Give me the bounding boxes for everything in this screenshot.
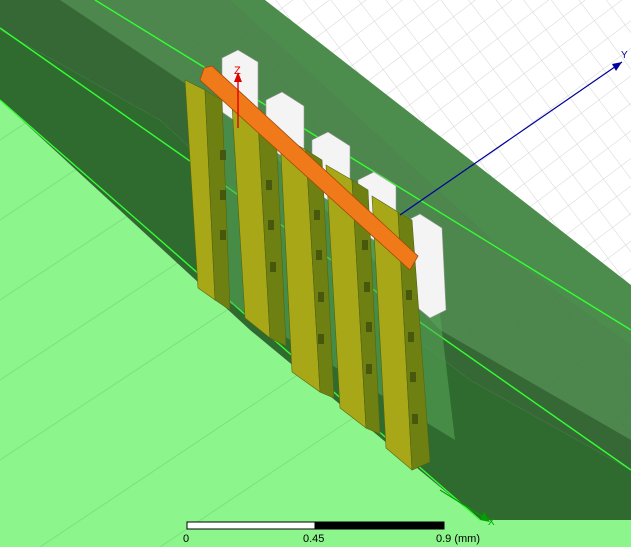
3d-model-viewport[interactable]: Z Y X (0, 0, 631, 547)
x-axis-label: X (488, 517, 495, 528)
scale-tick-end: 0.9 (mm) (436, 533, 480, 545)
scale-bar-black-segment (314, 521, 445, 530)
scale-tick-mid: 0.45 (303, 533, 325, 545)
scale-bar (186, 521, 445, 530)
z-axis-label: Z (234, 65, 241, 77)
scale-bar-white-segment (186, 521, 316, 530)
y-axis-label: Y (621, 50, 628, 61)
scale-tick-0: 0 (183, 533, 190, 545)
